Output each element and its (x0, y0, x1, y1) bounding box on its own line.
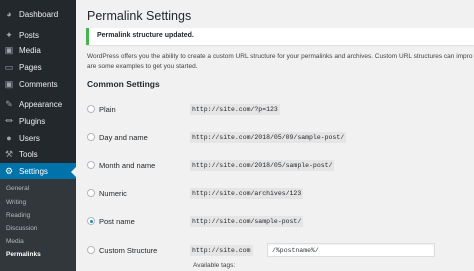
option-label[interactable]: Day and name (99, 133, 148, 142)
menu-item-dashboard[interactable]: ◕ Dashboard (0, 6, 76, 22)
option-post-name: Post name http://site.com/sample-post/ (87, 214, 474, 228)
success-notice: Permalink structure updated. (86, 28, 474, 45)
dashboard-icon: ◕ (6, 8, 12, 19)
option-label[interactable]: Custom Structure (99, 246, 157, 255)
menu-item-label: Users (19, 133, 40, 143)
settings-icon: ⚙ (4, 165, 14, 176)
menu-item-label: Dashboard (19, 9, 59, 19)
month-and-name-radio[interactable] (87, 161, 95, 169)
option-month-and-name: Month and name http://site.com/2018/05/s… (87, 158, 474, 172)
option-label[interactable]: Month and name (99, 161, 155, 170)
option-label[interactable]: Plain (99, 105, 116, 114)
comment-icon: ▣ (4, 78, 14, 89)
page-title: Permalink Settings (87, 9, 192, 23)
example-url: http://site.com/archives/123 (190, 188, 304, 199)
menu-item-pages[interactable]: ▭ Pages (0, 59, 76, 75)
menu-item-comments[interactable]: ▣ Comments (0, 76, 76, 92)
menu-item-settings[interactable]: ⚙ Settings (0, 163, 76, 179)
media-icon: ▣ (4, 44, 14, 55)
submenu-item-general[interactable]: General (6, 185, 29, 192)
example-url: http://site.com/2018/05/09/sample-post/ (190, 132, 347, 143)
pin-icon: ✦ (5, 29, 13, 40)
base-url: http://site.com (190, 245, 253, 256)
option-plain: Plain http://site.com/?p=123 (87, 102, 474, 116)
option-numeric: Numeric http://site.com/archives/123 (87, 186, 474, 200)
page-icon: ▭ (4, 61, 14, 72)
intro-text: WordPress offers you the ability to crea… (87, 52, 474, 72)
settings-submenu: General Writing Reading Discussion Media… (0, 179, 76, 271)
menu-item-label: Appearance (19, 99, 63, 109)
example-url: http://site.com/2018/05/sample-post/ (190, 160, 335, 171)
menu-item-label: Comments (19, 79, 58, 89)
menu-item-tools[interactable]: ⚒ Tools (0, 146, 76, 162)
menu-item-label: Posts (19, 30, 40, 40)
numeric-radio[interactable] (87, 189, 95, 197)
intro-line: WordPress offers you the ability to crea… (87, 53, 473, 60)
option-day-and-name: Day and name http://site.com/2018/05/09/… (87, 130, 474, 144)
custom-structure-radio[interactable] (87, 246, 95, 254)
example-url: http://site.com/?p=123 (190, 104, 280, 115)
plugin-icon: ⏛ (4, 115, 14, 126)
menu-item-label: Media (19, 45, 41, 55)
option-label[interactable]: Post name (99, 217, 135, 226)
option-label[interactable]: Numeric (99, 189, 127, 198)
submenu-item-permalinks[interactable]: Permalinks (6, 251, 41, 258)
menu-item-posts[interactable]: ✦ Posts (0, 27, 76, 43)
menu-item-label: Settings (19, 166, 48, 176)
admin-sidebar: ◕ Dashboard ✦ Posts ▣ Media ▭ Pages ▣ Co… (0, 0, 76, 271)
menu-item-label: Tools (19, 149, 38, 159)
section-title: Common Settings (87, 79, 160, 89)
menu-item-plugins[interactable]: ⏛ Plugins (0, 113, 76, 129)
day-and-name-radio[interactable] (87, 133, 95, 141)
option-custom-structure: Custom Structure http://site.com /%postn… (87, 243, 474, 257)
available-tags-label: Available tags: (193, 262, 236, 269)
wrench-icon: ⚒ (4, 148, 14, 159)
post-name-radio[interactable] (87, 217, 95, 225)
intro-line: are some examples to get you started. (87, 63, 198, 70)
menu-item-label: Pages (19, 62, 42, 72)
custom-structure-input[interactable]: /%postname%/ (267, 243, 435, 257)
submenu-item-discussion[interactable]: Discussion (6, 225, 37, 232)
menu-item-label: Plugins (19, 116, 46, 126)
example-url: http://site.com/sample-post/ (190, 216, 304, 227)
user-icon: ● (6, 132, 12, 143)
menu-item-media[interactable]: ▣ Media (0, 42, 76, 58)
submenu-item-writing[interactable]: Writing (6, 199, 26, 206)
plain-radio[interactable] (87, 105, 95, 113)
menu-item-users[interactable]: ● Users (0, 130, 76, 146)
main-content: Permalink Settings Permalink structure u… (76, 0, 474, 271)
submenu-item-media[interactable]: Media (6, 238, 24, 245)
notice-text: Permalink structure updated. (97, 32, 194, 39)
menu-item-appearance[interactable]: ✎ Appearance (0, 96, 76, 112)
brush-icon: ✎ (5, 98, 13, 109)
submenu-item-reading[interactable]: Reading (6, 212, 30, 219)
